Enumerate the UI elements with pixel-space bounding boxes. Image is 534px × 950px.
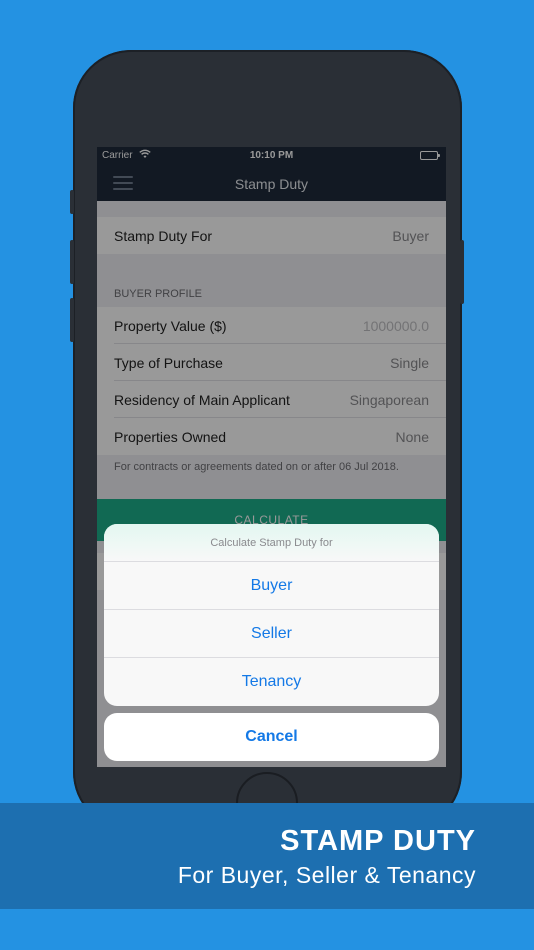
action-sheet-title: Calculate Stamp Duty for <box>104 524 439 562</box>
action-sheet: Calculate Stamp Duty for Buyer Seller Te… <box>104 524 439 706</box>
phone-power-button <box>460 240 464 304</box>
phone-screen: Carrier 10:10 PM Stamp Duty Stamp Duty F… <box>97 147 446 767</box>
phone-volume-down <box>70 298 74 342</box>
banner-subtitle: For Buyer, Seller & Tenancy <box>177 862 476 888</box>
cancel-button[interactable]: Cancel <box>104 713 439 761</box>
option-tenancy[interactable]: Tenancy <box>104 658 439 706</box>
banner-headline: STAMP DUTY <box>280 825 476 857</box>
option-buyer[interactable]: Buyer <box>104 562 439 610</box>
option-seller[interactable]: Seller <box>104 610 439 658</box>
phone-side-button <box>70 190 74 214</box>
phone-volume-up <box>70 240 74 284</box>
promo-banner: STAMP DUTY For Buyer, Seller & Tenancy <box>0 803 534 909</box>
